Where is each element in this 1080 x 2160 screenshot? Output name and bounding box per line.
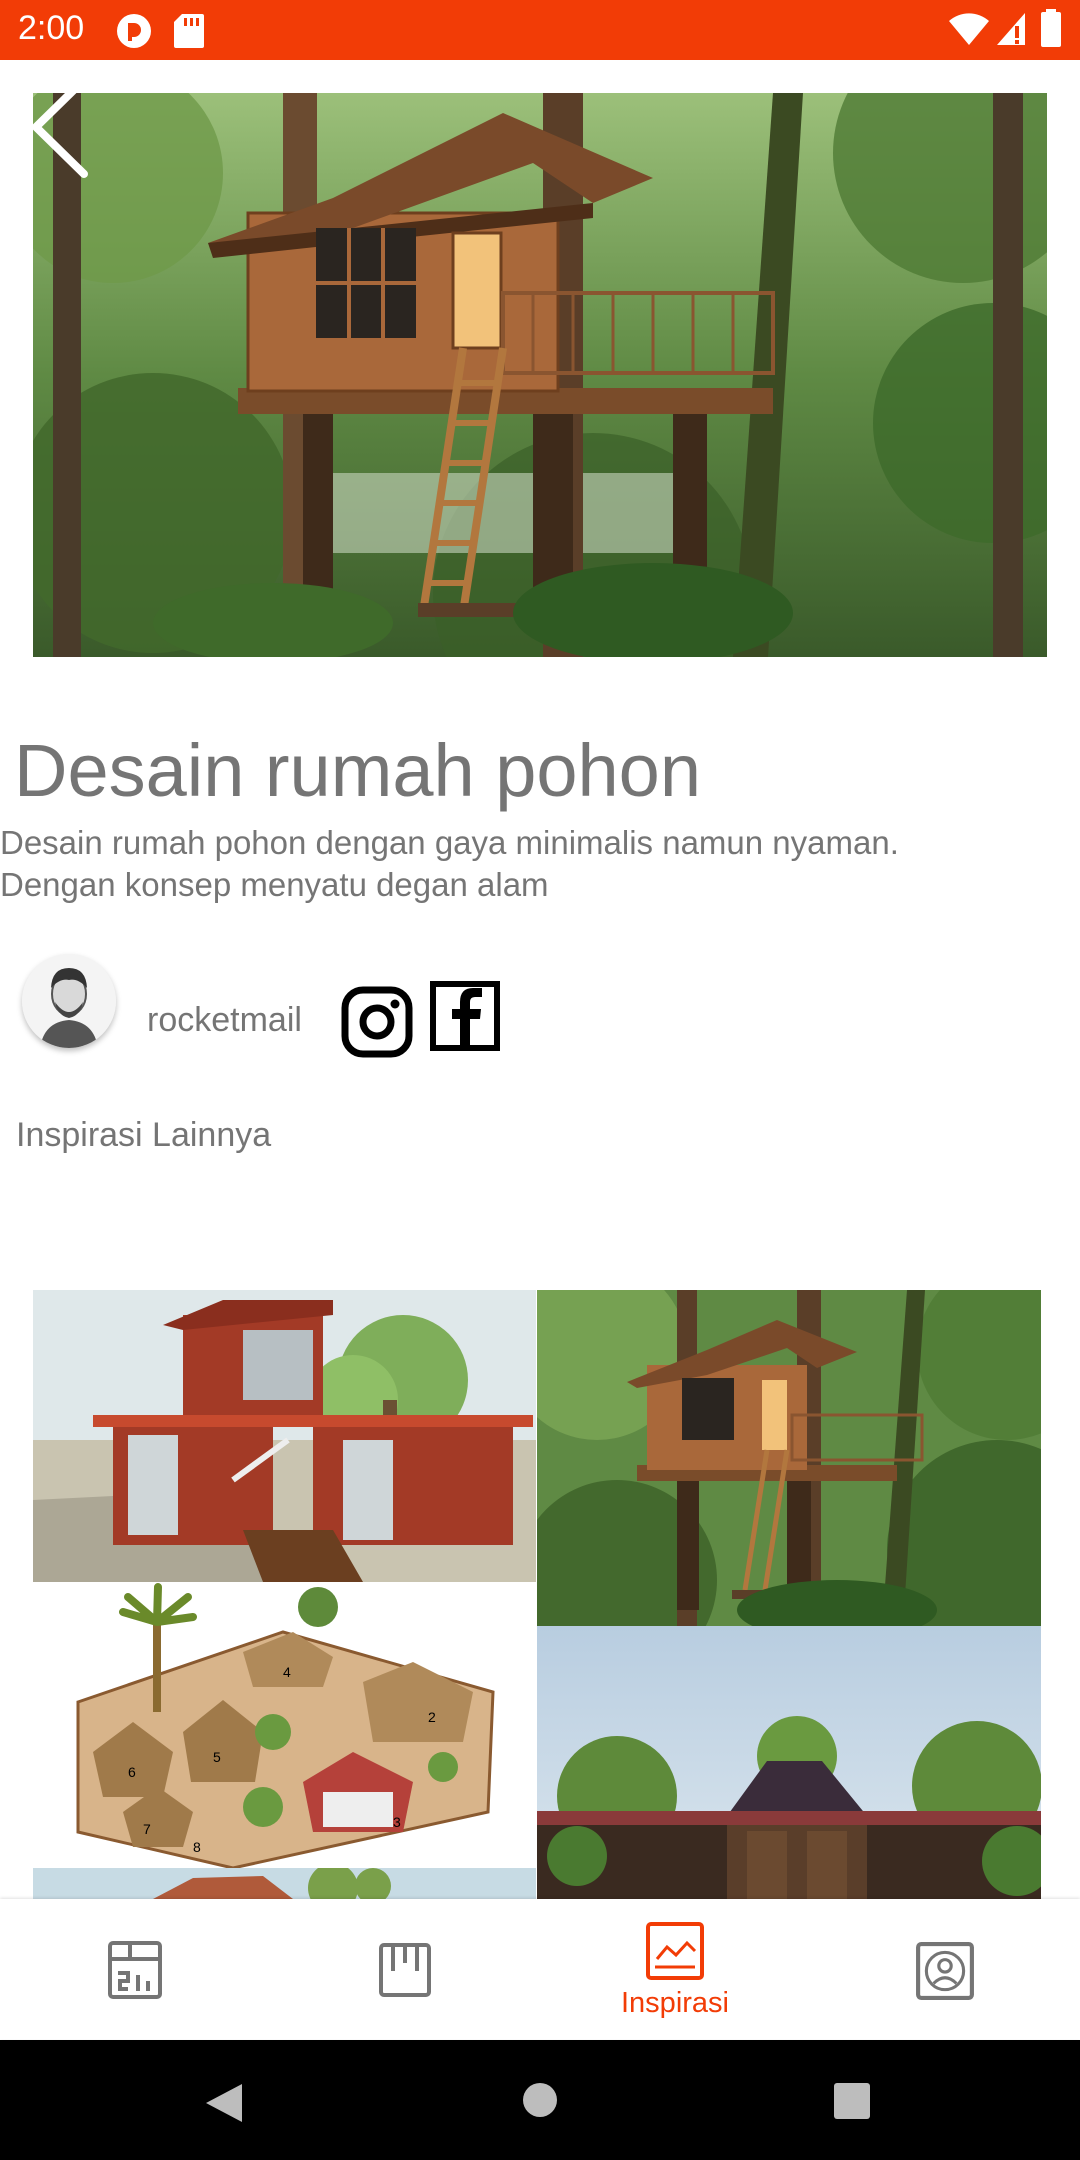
- inspiration-card-container-house[interactable]: [33, 1290, 536, 1582]
- avatar[interactable]: [22, 954, 116, 1048]
- back-button[interactable]: [28, 74, 98, 180]
- system-home-icon[interactable]: [522, 2082, 558, 2118]
- svg-text:7: 7: [143, 1821, 151, 1837]
- nav-label-inspirasi: Inspirasi: [621, 1987, 729, 2019]
- facebook-icon[interactable]: [430, 981, 500, 1051]
- system-recents-icon[interactable]: [833, 2082, 871, 2120]
- nav-item-inspirasi[interactable]: Inspirasi: [540, 1899, 810, 2039]
- svg-text:5: 5: [213, 1749, 221, 1765]
- board-icon: [379, 1943, 431, 1997]
- status-time: 2:00: [18, 9, 85, 47]
- inspiration-card-tree-house[interactable]: [537, 1290, 1041, 1626]
- description-line: Dengan konsep menyatu degan alam: [0, 866, 549, 903]
- author-name: rocketmail: [147, 1001, 302, 1039]
- description: Desain rumah pohon dengan gaya minimalis…: [0, 822, 1060, 906]
- wifi-icon: [949, 13, 989, 46]
- svg-text:8: 8: [193, 1839, 201, 1855]
- section-title-other-inspirations: Inspirasi Lainnya: [16, 1116, 272, 1154]
- sd-card-icon: [174, 14, 204, 48]
- description-line: Desain rumah pohon dengan gaya minimalis…: [0, 824, 899, 861]
- instagram-icon[interactable]: [341, 986, 413, 1058]
- page-title: Desain rumah pohon: [14, 729, 701, 812]
- chart-icon: [646, 1922, 704, 1980]
- svg-text:4: 4: [283, 1664, 291, 1680]
- status-bar: 2:00: [0, 0, 1080, 60]
- svg-text:3: 3: [393, 1814, 401, 1830]
- inspiration-card-partial[interactable]: [33, 1868, 536, 1899]
- cell-signal-icon: [997, 13, 1025, 45]
- system-navigation-bar: [0, 2040, 1080, 2160]
- nav-item-board[interactable]: [270, 1899, 540, 2039]
- profile-icon: [916, 1942, 974, 2000]
- dashboard-icon: [108, 1941, 162, 1999]
- nav-item-dashboard[interactable]: [0, 1899, 270, 2039]
- inspiration-card-village[interactable]: 4 2 5 6 3 7 8: [33, 1582, 536, 1868]
- system-back-icon[interactable]: [204, 2082, 244, 2124]
- svg-text:6: 6: [128, 1764, 136, 1780]
- bottom-navigation: Inspirasi: [0, 1899, 1080, 2039]
- nav-item-profile[interactable]: [810, 1899, 1080, 2039]
- hero-image: [33, 93, 1047, 657]
- app-notification-icon: [117, 14, 151, 48]
- svg-text:2: 2: [428, 1709, 436, 1725]
- battery-icon: [1041, 9, 1061, 47]
- inspiration-card-joglo-house[interactable]: [537, 1626, 1041, 1899]
